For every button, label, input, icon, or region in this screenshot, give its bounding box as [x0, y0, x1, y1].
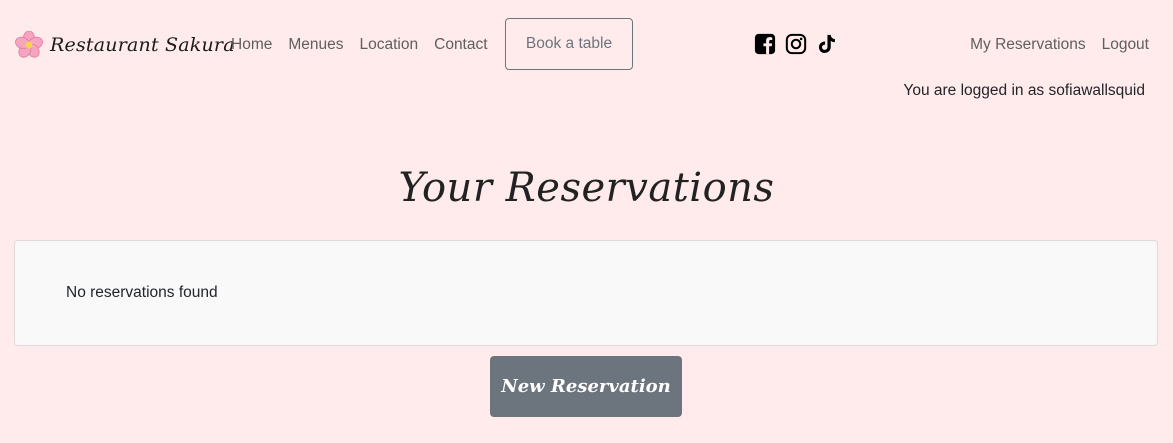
brand-link[interactable]: Restaurant Sakura	[14, 31, 235, 59]
nav-menues-link[interactable]: Menues	[280, 35, 351, 55]
logout-link[interactable]: Logout	[1094, 35, 1157, 55]
logged-in-status: You are logged in as sofiawallsquid	[903, 82, 1145, 99]
book-table-button[interactable]: Book a table	[505, 18, 633, 70]
main-nav: Home Menues Location Contact	[223, 35, 496, 55]
tiktok-icon[interactable]	[816, 33, 838, 55]
new-reservation-button[interactable]: New Reservation	[490, 356, 682, 417]
nav-location-link[interactable]: Location	[352, 35, 427, 55]
facebook-square-icon[interactable]	[754, 33, 776, 55]
instagram-icon[interactable]	[785, 33, 807, 55]
navbar: Restaurant Sakura Home Menues Location C…	[0, 0, 1173, 90]
social-links	[754, 33, 838, 55]
empty-reservations-message: No reservations found	[66, 284, 218, 301]
cherry-blossom-icon	[15, 31, 43, 58]
brand-name: Restaurant Sakura	[50, 34, 235, 56]
account-nav: My Reservations Logout	[962, 35, 1157, 55]
nav-contact-link[interactable]: Contact	[426, 35, 495, 55]
reservations-card: No reservations found	[14, 240, 1158, 346]
nav-home-link[interactable]: Home	[223, 35, 280, 55]
my-reservations-link[interactable]: My Reservations	[962, 35, 1093, 55]
page-title: Your Reservations	[398, 165, 775, 211]
